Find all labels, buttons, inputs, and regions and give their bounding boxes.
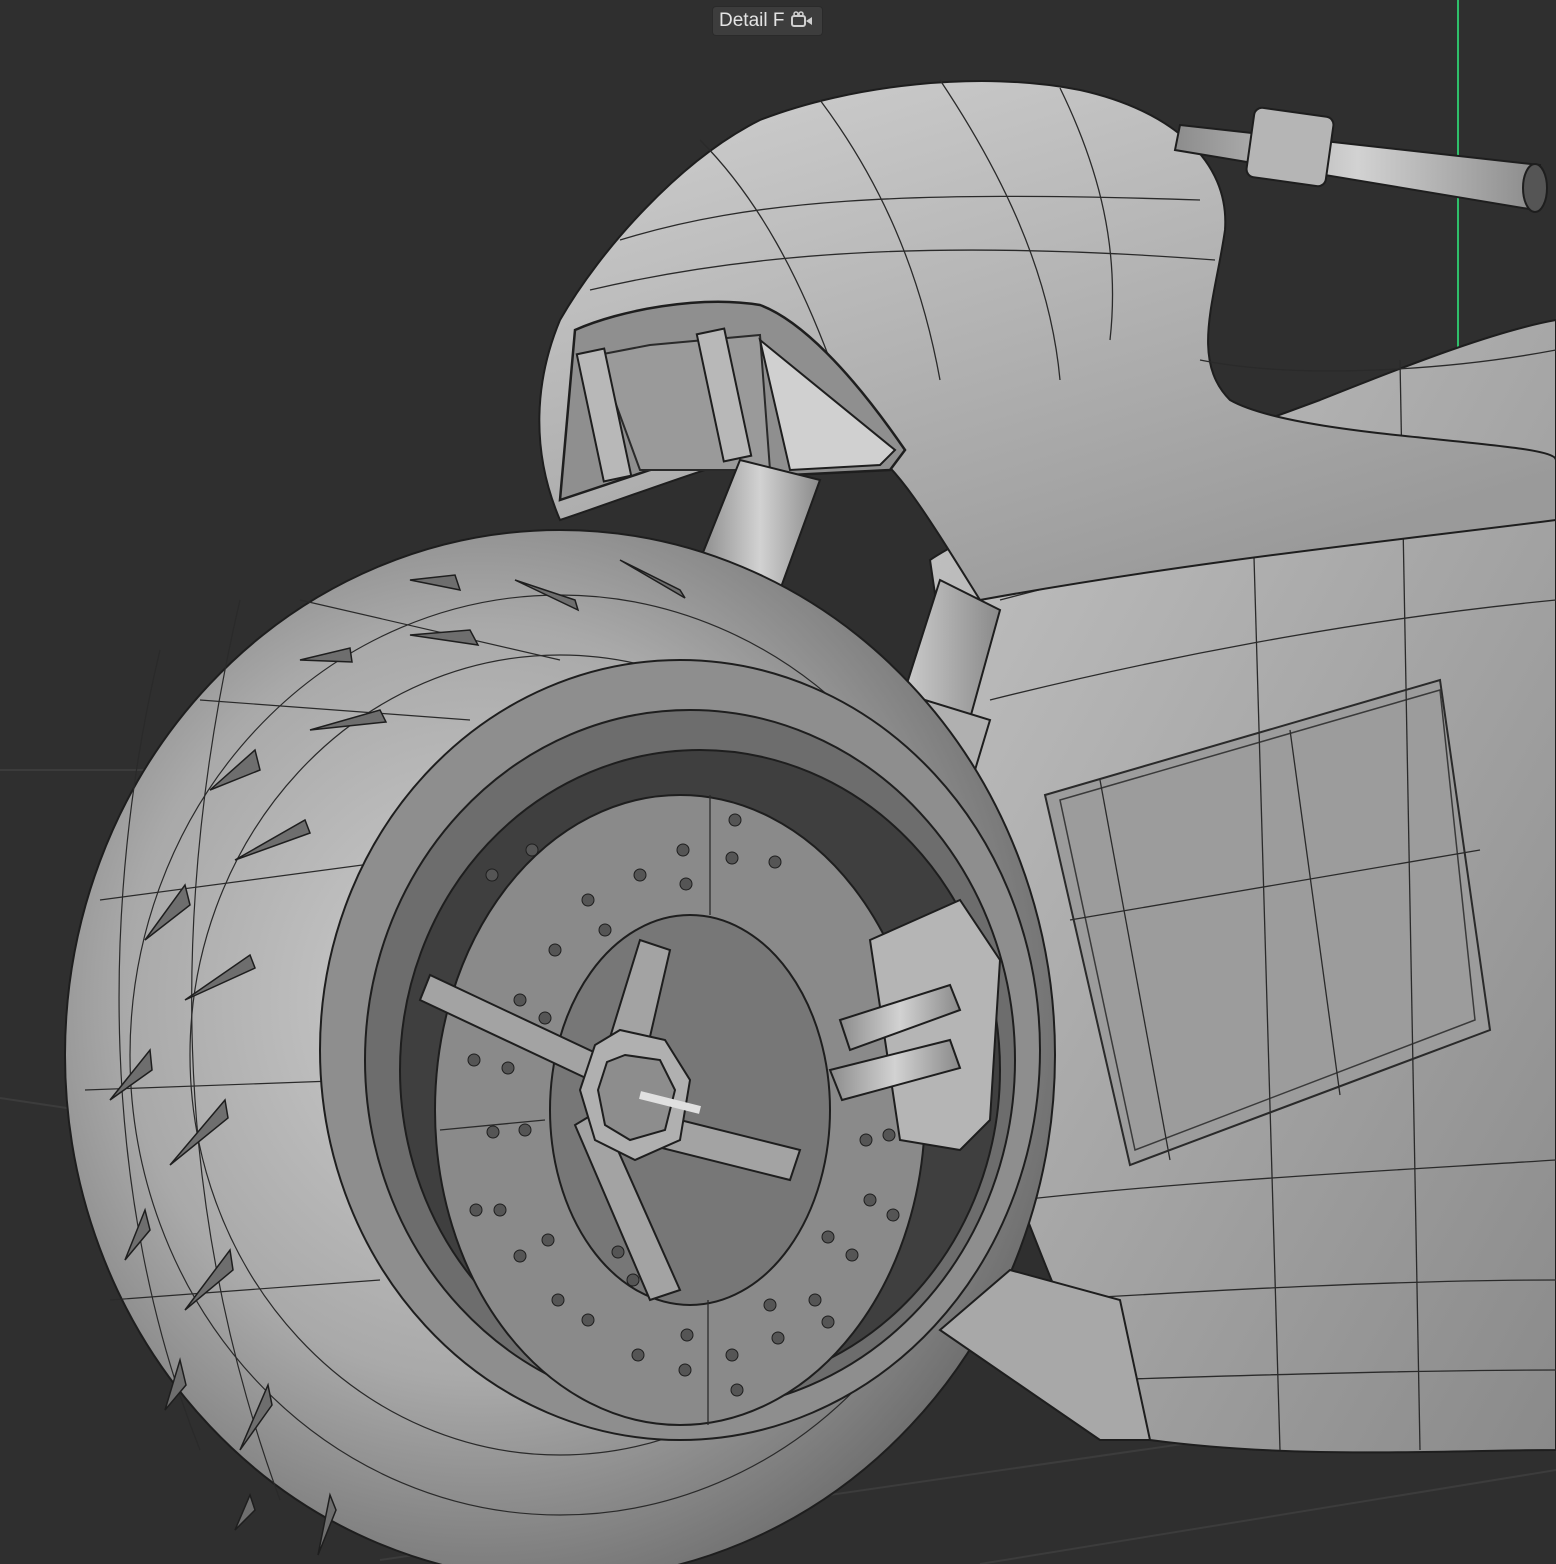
- handlebar[interactable]: [1173, 106, 1548, 213]
- camera-icon[interactable]: [790, 11, 814, 31]
- camera-name: Detail F: [719, 10, 785, 31]
- scene-canvas[interactable]: [0, 0, 1556, 1564]
- 3d-viewport[interactable]: Detail F: [0, 0, 1556, 1564]
- camera-label[interactable]: Detail F: [713, 7, 823, 35]
